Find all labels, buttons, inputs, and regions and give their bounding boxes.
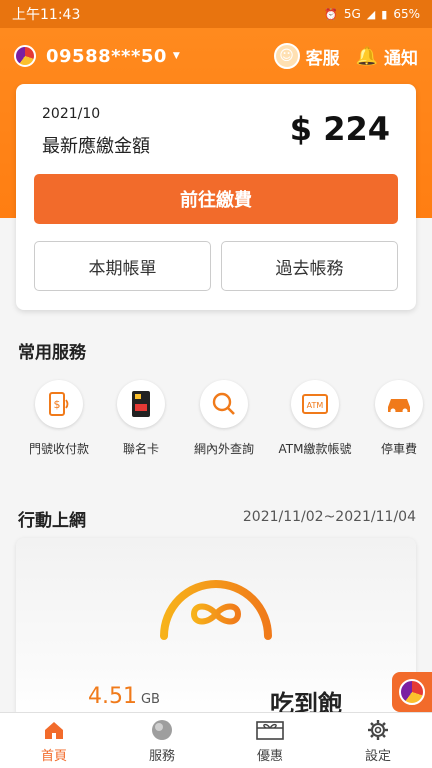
tab-label: 服務 [148, 748, 175, 764]
mobile-date-range: 2021/11/02~2021/11/04 [242, 509, 416, 525]
payment-icon[interactable]: $ [35, 380, 83, 428]
search-icon[interactable] [200, 380, 248, 428]
data-gauge [160, 580, 272, 640]
service-label: ATM繳款帳號 [278, 442, 352, 456]
customer-service-avatar-icon[interactable]: ☺ [273, 43, 300, 69]
notifications-button[interactable]: 通知 [384, 44, 418, 69]
status-bar: 上午11:43 ⏰ 5G ◢ ▮ 65% [0, 0, 432, 28]
brand-logo-icon [14, 45, 36, 67]
signal-icon: ◢ [366, 7, 376, 21]
tab-home[interactable]: 首頁 [0, 713, 108, 768]
past-bills-button[interactable]: 過去帳務 [221, 241, 398, 291]
bill-amount-label: 最新應繳金額 [42, 136, 150, 157]
status-time: 上午11:43 [12, 7, 81, 23]
service-item-card[interactable]: 聯名卡 [94, 380, 188, 457]
phone-number-selector[interactable]: 09588***50 [46, 46, 167, 67]
service-label: 網內外查詢 [193, 442, 254, 456]
mobile-data-card[interactable]: 4.51 GB 吃到飽 [16, 538, 416, 718]
chevron-down-icon[interactable]: ▼ [173, 51, 180, 61]
bell-icon[interactable]: 🔔 [356, 46, 378, 67]
customer-service-button[interactable]: 客服 [306, 44, 340, 69]
bottom-tab-bar: 首頁 服務 優惠 設定 [0, 712, 432, 768]
tab-label: 首頁 [40, 748, 67, 764]
bill-period: 2021/10 [42, 106, 101, 122]
service-label: 停車費 [380, 442, 417, 456]
svg-text:$: $ [54, 398, 61, 411]
service-item-search[interactable]: 網內外查詢 [177, 380, 271, 457]
tab-services[interactable]: 服務 [108, 713, 216, 768]
top-bar: 09588***50 ▼ ☺ 客服 🔔 通知 [0, 36, 432, 76]
service-item-atm[interactable]: ATM ATM繳款帳號 [268, 380, 362, 457]
tab-settings[interactable]: 設定 [324, 713, 432, 768]
current-bill-button[interactable]: 本期帳單 [34, 241, 211, 291]
service-label: 聯名卡 [122, 442, 159, 456]
tab-offers[interactable]: 優惠 [216, 713, 324, 768]
bill-card: 2021/10 最新應繳金額 $ 224 前往繳費 本期帳單 過去帳務 [16, 84, 416, 310]
network-label: 5G [343, 7, 361, 21]
usage-unit: GB [140, 692, 160, 707]
tab-label: 優惠 [256, 748, 283, 764]
alarm-icon: ⏰ [324, 7, 338, 21]
home-icon [43, 718, 65, 742]
atm-icon[interactable]: ATM [291, 380, 339, 428]
services-list: $ 門號收付款 聯名卡 網內外查詢 ATM ATM繳款帳號 停車費 [0, 380, 432, 470]
services-title: 常用服務 [18, 343, 86, 363]
card-icon[interactable] [117, 380, 165, 428]
services-icon [151, 718, 173, 742]
gift-icon [256, 718, 284, 742]
gear-icon [367, 718, 389, 742]
floating-assistant-button[interactable] [392, 672, 432, 712]
tab-label: 設定 [364, 748, 391, 764]
service-item-parking[interactable]: 停車費 [352, 380, 432, 457]
battery-level: 65% [393, 7, 420, 21]
status-indicators: ⏰ 5G ◢ ▮ 65% [324, 7, 420, 21]
battery-icon: ▮ [381, 7, 388, 21]
pay-now-button[interactable]: 前往繳費 [34, 174, 398, 224]
service-item-payment[interactable]: $ 門號收付款 [12, 380, 106, 457]
service-label: 門號收付款 [28, 442, 89, 456]
brand-logo-icon [399, 679, 425, 705]
mobile-data-title: 行動上網 [18, 511, 86, 531]
usage-value: 4.51 [88, 684, 137, 709]
bill-amount: $ 224 [289, 110, 390, 148]
car-icon[interactable] [375, 380, 423, 428]
data-usage: 4.51 GB [88, 684, 160, 709]
svg-text:ATM: ATM [307, 401, 324, 410]
